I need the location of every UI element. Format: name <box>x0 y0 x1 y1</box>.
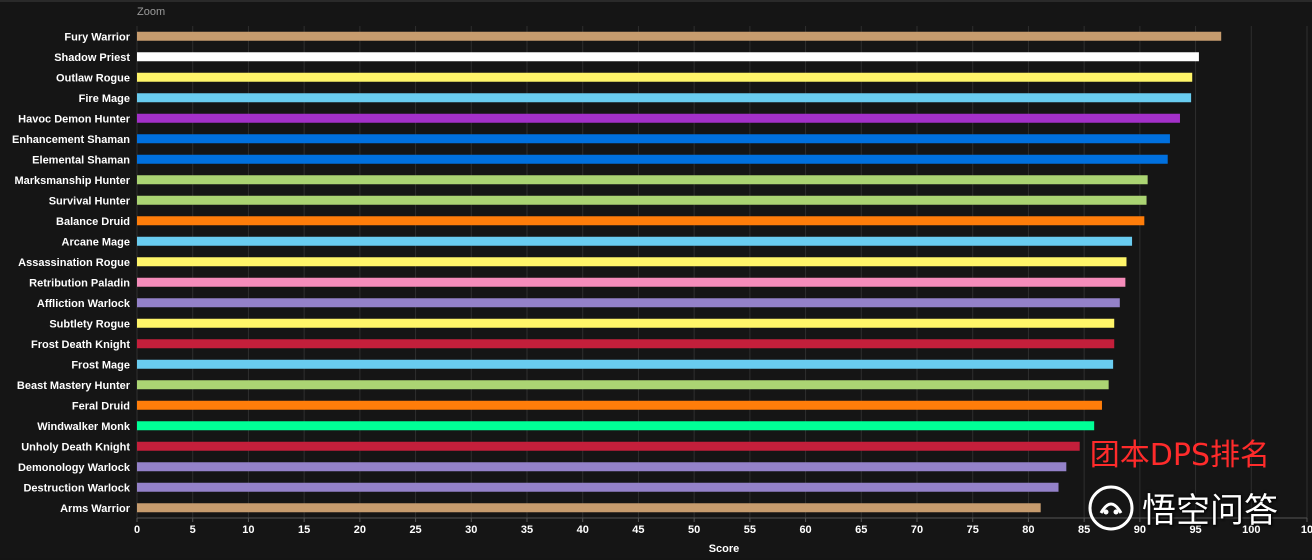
x-tick-label: 75 <box>967 524 979 536</box>
category-label: Balance Druid <box>56 216 130 228</box>
bar[interactable] <box>137 359 1114 369</box>
category-label: Assassination Rogue <box>18 257 130 269</box>
category-label: Marksmanship Hunter <box>14 175 130 187</box>
bar[interactable] <box>137 236 1133 246</box>
category-label: Outlaw Rogue <box>56 72 130 84</box>
category-label: Retribution Paladin <box>29 277 130 289</box>
bar[interactable] <box>137 31 1222 41</box>
bar[interactable] <box>137 318 1115 328</box>
category-label: Destruction Warlock <box>23 482 130 494</box>
wukong-logo-icon <box>1088 485 1134 530</box>
x-tick-label: 10 <box>242 524 254 536</box>
x-tick-label: 70 <box>911 524 923 536</box>
category-label: Affliction Warlock <box>37 298 131 310</box>
category-label: Enhancement Shaman <box>12 134 130 146</box>
bar[interactable] <box>137 175 1148 185</box>
x-tick-label: 40 <box>577 524 589 536</box>
x-tick-label: 80 <box>1022 524 1034 536</box>
x-tick-label: 55 <box>744 524 756 536</box>
bar[interactable] <box>137 339 1115 349</box>
category-label: Beast Mastery Hunter <box>17 380 131 392</box>
x-tick-label: 45 <box>632 524 644 536</box>
bar[interactable] <box>137 462 1067 472</box>
x-tick-label: 50 <box>688 524 700 536</box>
bar[interactable] <box>137 72 1193 82</box>
bar[interactable] <box>137 482 1059 492</box>
x-tick-label: 5 <box>190 524 196 536</box>
category-label: Fire Mage <box>79 93 130 105</box>
category-label: Arms Warrior <box>60 503 131 515</box>
category-label: Subtlety Rogue <box>49 318 130 330</box>
x-tick-label: 25 <box>409 524 421 536</box>
bar-chart: Fury Warrior Shadow Priest Outlaw Rogue Fir… <box>12 26 1312 555</box>
category-label: Unholy Death Knight <box>21 441 130 453</box>
x-tick-label: 15 <box>298 524 310 536</box>
bar[interactable] <box>137 195 1147 205</box>
x-tick-label: 60 <box>799 524 811 536</box>
category-label: Frost Mage <box>71 359 130 371</box>
bar[interactable] <box>137 400 1102 410</box>
bar[interactable] <box>137 298 1120 308</box>
category-label: Shadow Priest <box>54 52 130 64</box>
watermark-title: 团本DPS排名 <box>1089 438 1270 473</box>
category-label: Feral Druid <box>72 400 130 412</box>
bar[interactable] <box>137 216 1145 226</box>
category-label: Windwalker Monk <box>37 421 131 433</box>
x-tick-label: 30 <box>465 524 477 536</box>
bar[interactable] <box>137 93 1192 103</box>
category-label: Demonology Warlock <box>18 462 131 474</box>
bar[interactable] <box>137 113 1180 123</box>
x-tick-label: 20 <box>354 524 366 536</box>
x-tick-label: 65 <box>855 524 867 536</box>
chart-canvas: Zoom Fury Warrior Shadow Priest Outlaw Rog… <box>0 0 1312 558</box>
bar[interactable] <box>137 52 1199 62</box>
bar[interactable] <box>137 380 1109 390</box>
bar[interactable] <box>137 154 1168 164</box>
category-label: Frost Death Knight <box>31 339 130 351</box>
category-label: Havoc Demon Hunter <box>18 113 131 125</box>
x-tick-label: 0 <box>134 524 140 536</box>
category-label: Arcane Mage <box>62 236 130 248</box>
bar[interactable] <box>137 257 1127 267</box>
bar[interactable] <box>137 503 1041 513</box>
watermark-row: 悟空问答 <box>1088 483 1278 532</box>
bar[interactable] <box>137 441 1080 451</box>
bar[interactable] <box>137 421 1095 431</box>
watermark-site: 悟空问答 <box>1142 491 1278 531</box>
category-label: Elemental Shaman <box>32 154 130 166</box>
category-label: Survival Hunter <box>49 195 131 207</box>
category-label: Fury Warrior <box>64 31 130 43</box>
x-tick-label: 10 <box>1301 524 1312 536</box>
x-axis-title: Score <box>709 543 740 555</box>
bar[interactable] <box>137 134 1170 144</box>
x-tick-label: 35 <box>521 524 533 536</box>
watermark: 团本DPS排名 悟空问答 <box>1088 438 1278 532</box>
bar[interactable] <box>137 277 1126 287</box>
